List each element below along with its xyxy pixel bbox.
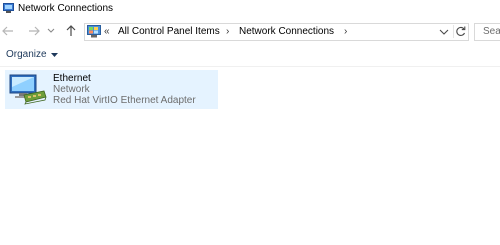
search-placeholder: Sea bbox=[483, 26, 500, 37]
connection-name: Ethernet bbox=[53, 73, 91, 84]
breadcrumb-separator[interactable]: › bbox=[226, 26, 229, 38]
chevron-down-icon[interactable] bbox=[439, 27, 449, 37]
explorer-window: Network Connections « All Control Panel … bbox=[0, 0, 500, 245]
organize-label: Organize bbox=[6, 49, 47, 60]
breadcrumb-separator[interactable]: › bbox=[344, 26, 347, 38]
window-title: Network Connections bbox=[18, 3, 114, 14]
caret-down-icon bbox=[50, 53, 58, 57]
connection-network: Network bbox=[53, 84, 90, 95]
organize-button[interactable]: Organize bbox=[6, 48, 58, 62]
connections-list: Ethernet Network Red Hat VirtIO Ethernet… bbox=[0, 67, 500, 245]
up-button[interactable] bbox=[63, 24, 79, 38]
arrow-up-icon bbox=[66, 25, 76, 36]
address-bar[interactable]: « All Control Panel Items › Network Conn… bbox=[84, 23, 469, 41]
command-bar: Organize bbox=[0, 44, 500, 67]
breadcrumb-network-connections[interactable]: Network Connections bbox=[239, 26, 334, 38]
arrow-right-icon bbox=[29, 26, 40, 36]
breadcrumb-all-control-panel-items[interactable]: All Control Panel Items bbox=[118, 26, 220, 38]
address-overflow-chevrons[interactable]: « bbox=[104, 26, 110, 38]
recent-locations-button[interactable] bbox=[46, 24, 56, 38]
back-button[interactable] bbox=[0, 24, 16, 38]
connection-item-ethernet[interactable]: Ethernet Network Red Hat VirtIO Ethernet… bbox=[5, 70, 218, 109]
title-bar: Network Connections bbox=[0, 0, 500, 20]
arrow-left-icon bbox=[2, 26, 13, 36]
control-panel-icon bbox=[87, 25, 101, 38]
ethernet-adapter-icon bbox=[9, 74, 47, 105]
forward-button[interactable] bbox=[26, 24, 42, 38]
search-box[interactable]: Sea bbox=[474, 23, 500, 41]
chevron-down-icon bbox=[47, 28, 55, 33]
navigation-bar: « All Control Panel Items › Network Conn… bbox=[0, 20, 500, 44]
network-connections-icon bbox=[3, 3, 14, 13]
connection-adapter: Red Hat VirtIO Ethernet Adapter bbox=[53, 95, 196, 106]
refresh-icon[interactable] bbox=[453, 25, 467, 38]
